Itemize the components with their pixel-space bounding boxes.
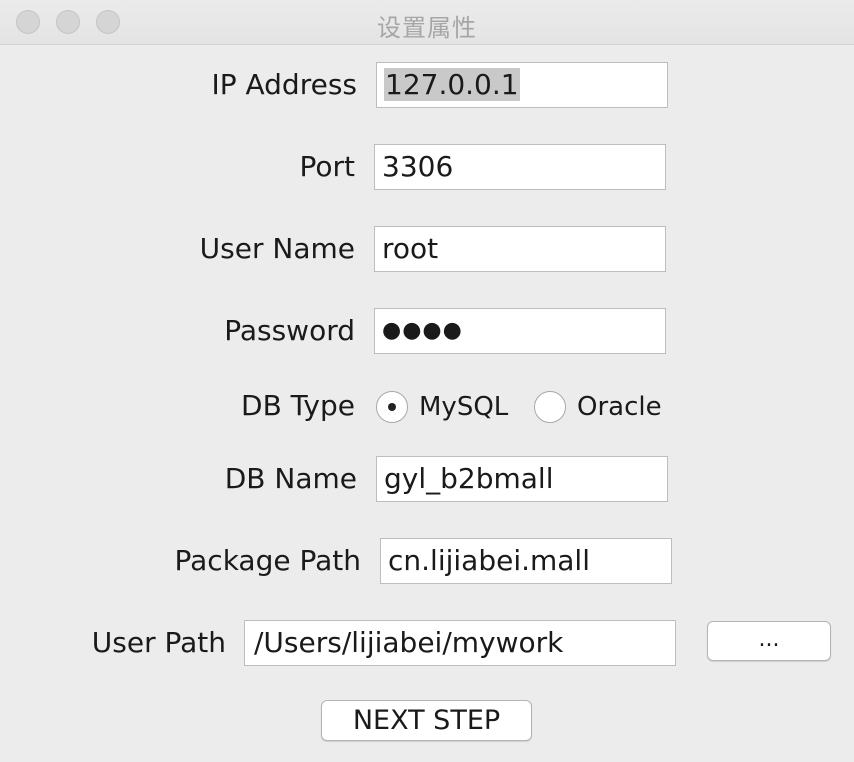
package-path-label: Package Path bbox=[174, 544, 361, 577]
db-name-label: DB Name bbox=[224, 462, 357, 495]
package-path-field[interactable]: cn.lijiabei.mall bbox=[380, 538, 672, 584]
user-name-label: User Name bbox=[199, 232, 355, 265]
ip-address-field[interactable]: 127.0.0.1 bbox=[376, 62, 668, 108]
password-label: Password bbox=[224, 314, 355, 347]
user-path-field[interactable]: /Users/lijiabei/mywork bbox=[244, 620, 676, 666]
password-field[interactable]: ●●●● bbox=[374, 308, 666, 354]
user-path-label: User Path bbox=[91, 626, 226, 659]
db-name-field[interactable]: gyl_b2bmall bbox=[376, 456, 668, 502]
port-field[interactable]: 3306 bbox=[374, 144, 666, 190]
next-step-button[interactable]: NEXT STEP bbox=[321, 700, 532, 741]
mysql-radio[interactable] bbox=[376, 391, 408, 423]
oracle-radio[interactable] bbox=[534, 391, 566, 423]
user-name-field[interactable]: root bbox=[374, 226, 666, 272]
oracle-radio-label[interactable]: Oracle bbox=[577, 384, 662, 430]
ip-address-label: IP Address bbox=[211, 68, 357, 101]
browse-button[interactable]: ... bbox=[707, 621, 831, 661]
ip-address-value: 127.0.0.1 bbox=[384, 68, 520, 101]
window-title: 设置属性 bbox=[377, 14, 477, 42]
port-label: Port bbox=[299, 150, 355, 183]
radio-selected-dot bbox=[388, 403, 396, 411]
title-bar: 设置属性 bbox=[0, 0, 854, 45]
db-type-label: DB Type bbox=[241, 389, 355, 422]
mysql-radio-label[interactable]: MySQL bbox=[419, 384, 508, 430]
